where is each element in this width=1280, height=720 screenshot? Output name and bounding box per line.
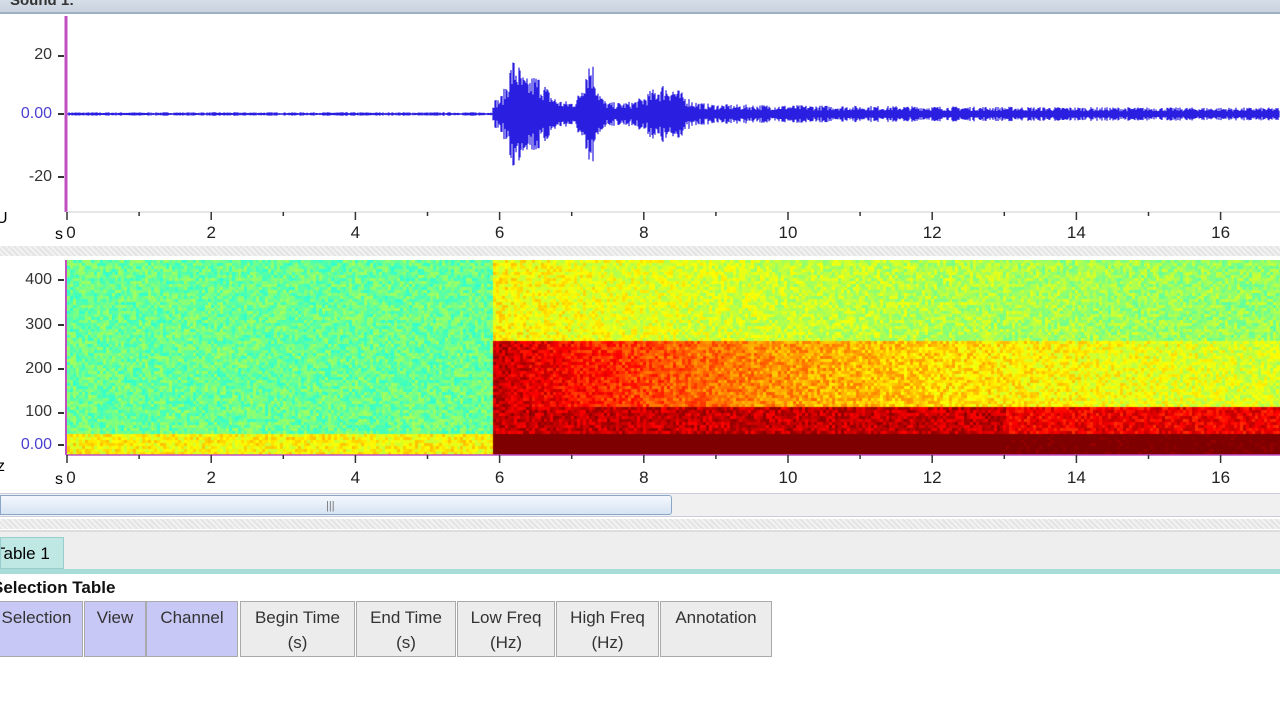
column-header[interactable]: Channel: [146, 601, 238, 657]
column-header-unit: (s): [396, 633, 416, 652]
x-tick-label: 0: [66, 468, 76, 487]
waveform-trace: [67, 62, 1280, 166]
x-tick-label: 16: [1211, 468, 1231, 487]
column-header-label: Channel: [160, 608, 224, 627]
x-tick-label: 8: [639, 223, 649, 242]
column-header[interactable]: Annotation: [660, 601, 772, 657]
spec-x-unit: s: [55, 471, 63, 488]
column-header-unit: (s): [287, 633, 308, 652]
x-tick-label: 12: [922, 468, 942, 487]
x-tick-label: 10: [778, 468, 798, 487]
x-tick-label: 10: [778, 223, 798, 242]
column-header[interactable]: Selection: [0, 601, 83, 657]
scrollbar-thumb[interactable]: [0, 495, 672, 515]
x-tick-label: 2: [206, 223, 216, 242]
column-header-label: Begin Time: [254, 608, 341, 627]
pane-divider[interactable]: [0, 519, 1280, 529]
column-header-label: End Time: [370, 608, 442, 627]
x-tick-label: 14: [1066, 223, 1086, 242]
tab-table-1[interactable]: Table 1: [0, 537, 64, 569]
column-header-label: High Freq: [570, 608, 645, 627]
column-header[interactable]: Low Freq (Hz): [457, 601, 555, 657]
x-tick-label: 16: [1211, 223, 1231, 242]
column-header-unit: (Hz): [489, 633, 523, 652]
window-title: Sound 1:: [10, 0, 75, 9]
tab-underline: [0, 569, 1280, 574]
table-tab-bar: [0, 530, 1280, 572]
sound-window-titlebar: Sound 1:: [0, 0, 1280, 14]
column-header-label: Selection: [1, 608, 72, 627]
x-tick-label: 4: [350, 223, 361, 242]
x-tick-label: 4: [350, 468, 361, 487]
column-header[interactable]: View: [84, 601, 146, 657]
x-tick-label: 6: [494, 223, 505, 242]
x-tick-label: 0: [66, 223, 76, 242]
column-header-label: Low Freq: [470, 608, 542, 627]
spectrogram-axes: [58, 260, 1280, 463]
waveform-view[interactable]: [0, 14, 1280, 234]
x-tick-label: 2: [206, 468, 216, 487]
selection-table-title: Selection Table: [0, 578, 116, 597]
x-tick-label: 8: [639, 468, 649, 487]
column-header[interactable]: End Time (s): [356, 601, 456, 657]
scrollbar-grip: |||: [326, 500, 335, 512]
column-header-label: Annotation: [675, 608, 757, 627]
x-tick-label: 6: [494, 468, 505, 487]
column-header-label: View: [96, 608, 134, 627]
x-tick-label: 14: [1066, 468, 1086, 487]
x-tick-label: 12: [922, 223, 942, 242]
column-header[interactable]: High Freq (Hz): [556, 601, 659, 657]
column-header[interactable]: Begin Time (s): [240, 601, 355, 657]
column-header-unit: (Hz): [591, 633, 624, 652]
